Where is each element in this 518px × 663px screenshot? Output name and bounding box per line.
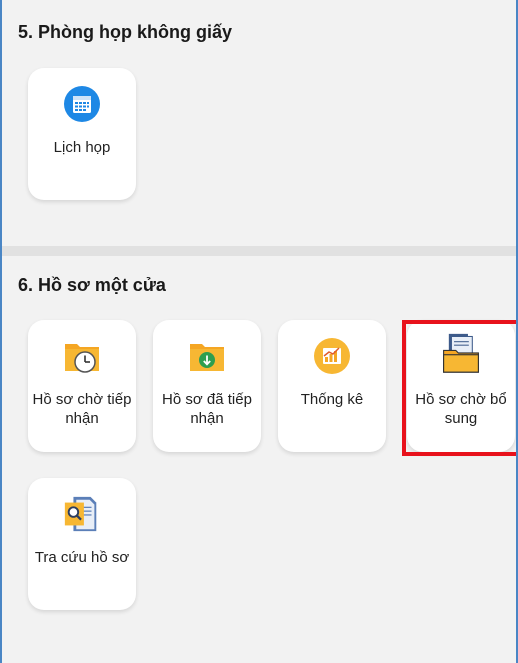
folder-clock-icon [62,336,102,376]
document-search-icon [62,494,102,534]
section-title: 5. Phòng họp không giấy [18,22,232,42]
folder-download-icon [187,336,227,376]
section-title: 6. Hồ sơ một cửa [18,275,166,295]
chart-icon [312,336,352,376]
calendar-icon [62,84,102,124]
section-paperless-meeting: 5. Phòng họp không giấy Lịch họp [2,0,516,246]
section-one-stop-records: 6. Hồ sơ một cửa Hồ sơ chờ tiếp nhận Hồ … [2,256,516,663]
tile-records-lookup[interactable]: Tra cứu hồ sơ [28,478,136,610]
app-frame: 5. Phòng họp không giấy Lịch họp 6. Hồ s… [0,0,518,663]
tile-label: Hồ sơ đã tiếp nhận [162,391,252,427]
tile-label: Hồ sơ chờ tiếp nhận [32,391,132,427]
tile-label: Thống kê [300,391,364,408]
tile-records-pending-receipt[interactable]: Hồ sơ chờ tiếp nhận [28,320,136,452]
tile-records-received[interactable]: Hồ sơ đã tiếp nhận [153,320,261,452]
tile-label: Tra cứu hồ sơ [34,549,130,566]
section-divider [2,246,516,256]
highlight-box [402,320,516,456]
tile-statistics[interactable]: Thống kê [278,320,386,452]
tile-label: Lịch họp [53,139,111,156]
tile-meeting-schedule[interactable]: Lịch họp [28,68,136,200]
